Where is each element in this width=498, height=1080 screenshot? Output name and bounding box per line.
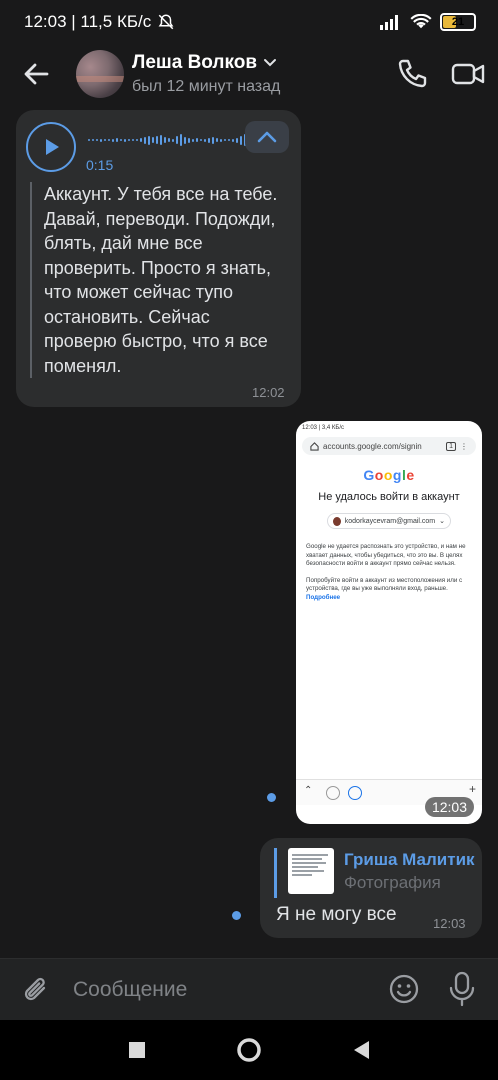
circle-icon — [348, 786, 362, 800]
waveform-bar — [152, 137, 154, 143]
waveform-bar — [240, 135, 242, 145]
waveform-bar — [180, 134, 182, 146]
waveform-bar — [100, 138, 102, 142]
waveform-bar — [168, 138, 170, 142]
waveform-bar — [108, 139, 110, 141]
waveform-bar — [172, 138, 174, 142]
avatar[interactable] — [76, 50, 124, 98]
message-composer: Сообщение — [0, 958, 498, 1020]
attach-icon[interactable] — [20, 973, 52, 1007]
video-call-icon[interactable] — [450, 56, 486, 92]
back-arrow-icon[interactable] — [20, 58, 52, 90]
waveform-bar — [128, 139, 130, 141]
battery-icon: 21 — [440, 13, 476, 31]
waveform-bar — [200, 139, 202, 141]
waveform-bar — [204, 138, 206, 142]
waveform-bar — [116, 138, 118, 142]
recents-square-icon[interactable] — [128, 1041, 146, 1059]
screenshot-paragraph-2: Попробуйте войти в аккаунт из местополож… — [306, 576, 463, 601]
message-time: 12:02 — [252, 385, 285, 400]
plus-icon: + — [468, 782, 476, 796]
waveform-bar — [188, 137, 190, 143]
waveform-bar — [132, 139, 134, 141]
screenshot-title: Не удалось войти в аккаунт — [318, 491, 460, 503]
reply-preview: Фотография — [344, 873, 441, 892]
voice-transcript: Аккаунт. У тебя все на тебе. Давай, пере… — [30, 182, 286, 378]
waveform-bar — [220, 138, 222, 142]
status-bar: 12:03 | 11,5 КБ/с 21 — [0, 0, 498, 44]
google-logo: Google — [363, 467, 415, 483]
account-avatar — [333, 516, 341, 526]
wifi-icon — [410, 14, 432, 29]
waveform-bar — [148, 135, 150, 145]
message-time: 12:03 — [433, 916, 466, 931]
waveform-bar — [88, 139, 90, 141]
home-icon — [310, 441, 319, 451]
waveform-bar — [164, 137, 166, 143]
play-button[interactable] — [26, 122, 76, 172]
waveform-bar — [92, 139, 94, 141]
waveform-bar — [236, 137, 238, 143]
chat-header: Леша Волков был 12 минут назад — [0, 44, 498, 106]
photo-time: 12:03 — [424, 797, 474, 817]
reply-message-bubble: Гриша Малитик Фотография Я не могу все 1… — [260, 838, 482, 938]
reply-thumbnail — [288, 848, 334, 894]
waveform-bar — [216, 138, 218, 142]
waveform-bar — [156, 136, 158, 144]
signal-icon — [380, 15, 398, 30]
waveform-bar — [120, 139, 122, 141]
system-navigation-bar — [0, 1020, 498, 1080]
photo-attachment[interactable]: 12:03 | 3,4 КБ/с accounts.google.com/sig… — [296, 421, 482, 824]
waveform-bar — [160, 135, 162, 145]
waveform-bar — [104, 139, 106, 141]
screenshot-tab-count: 1 — [446, 441, 456, 451]
unread-indicator — [267, 793, 276, 802]
emoji-icon[interactable] — [388, 973, 420, 1005]
back-triangle-icon[interactable] — [352, 1040, 370, 1060]
waveform-bar — [184, 136, 186, 144]
waveform-bar — [144, 136, 146, 144]
contact-status: был 12 минут назад — [132, 78, 281, 95]
status-time-speed: 12:03 | 11,5 КБ/с — [24, 12, 152, 31]
phone-icon[interactable] — [394, 56, 430, 92]
contact-name[interactable]: Леша Волков — [132, 52, 277, 74]
waveform-bar — [140, 138, 142, 142]
waveform-bar — [136, 139, 138, 141]
screenshot-url-bar: accounts.google.com/signin 1 ⋮ — [302, 437, 476, 455]
menu-dots-icon: ⋮ — [460, 441, 468, 451]
unread-indicator — [232, 911, 241, 920]
waveform-bar — [176, 136, 178, 144]
chevron-down-icon — [264, 59, 277, 67]
screenshot-url: accounts.google.com/signin — [323, 441, 422, 451]
waveform-bar — [224, 139, 226, 141]
chevron-up-icon: ⌃ — [304, 785, 313, 796]
voice-message-bubble: 0:15 Аккаунт. У тебя все на тебе. Давай,… — [16, 110, 301, 407]
voice-duration: 0:15 — [86, 157, 114, 173]
circle-icon — [326, 786, 340, 800]
message-text: Я не могу все — [276, 904, 397, 925]
collapse-transcript-button[interactable] — [245, 121, 289, 153]
message-input[interactable]: Сообщение — [73, 978, 187, 1002]
waveform-bar — [196, 138, 198, 142]
reply-quote[interactable]: Гриша Малитик Фотография — [274, 848, 475, 898]
screenshot-account-chip: kodorkaycevram@gmail.com ⌄ — [327, 513, 451, 529]
play-icon — [46, 139, 59, 155]
waveform-bar — [192, 138, 194, 142]
waveform-bar — [124, 138, 126, 142]
screenshot-paragraph-1: Google не удается распознать это устройс… — [306, 543, 466, 568]
reply-author: Гриша Малитик — [344, 850, 475, 869]
waveform-bar — [96, 139, 98, 141]
chevron-down-icon: ⌄ — [439, 518, 445, 525]
screenshot-status-bar: 12:03 | 3,4 КБ/с — [302, 425, 345, 431]
waveform-bar — [208, 137, 210, 143]
screenshot-link: Подробнее — [306, 593, 341, 601]
waveform-bar — [228, 139, 230, 141]
mute-bell-icon — [158, 14, 174, 30]
microphone-icon[interactable] — [448, 971, 476, 1007]
waveform-bar — [232, 138, 234, 142]
home-circle-icon[interactable] — [236, 1037, 262, 1063]
waveform-bar — [112, 138, 114, 142]
waveform-bar — [212, 136, 214, 144]
chevron-up-icon — [257, 131, 277, 143]
